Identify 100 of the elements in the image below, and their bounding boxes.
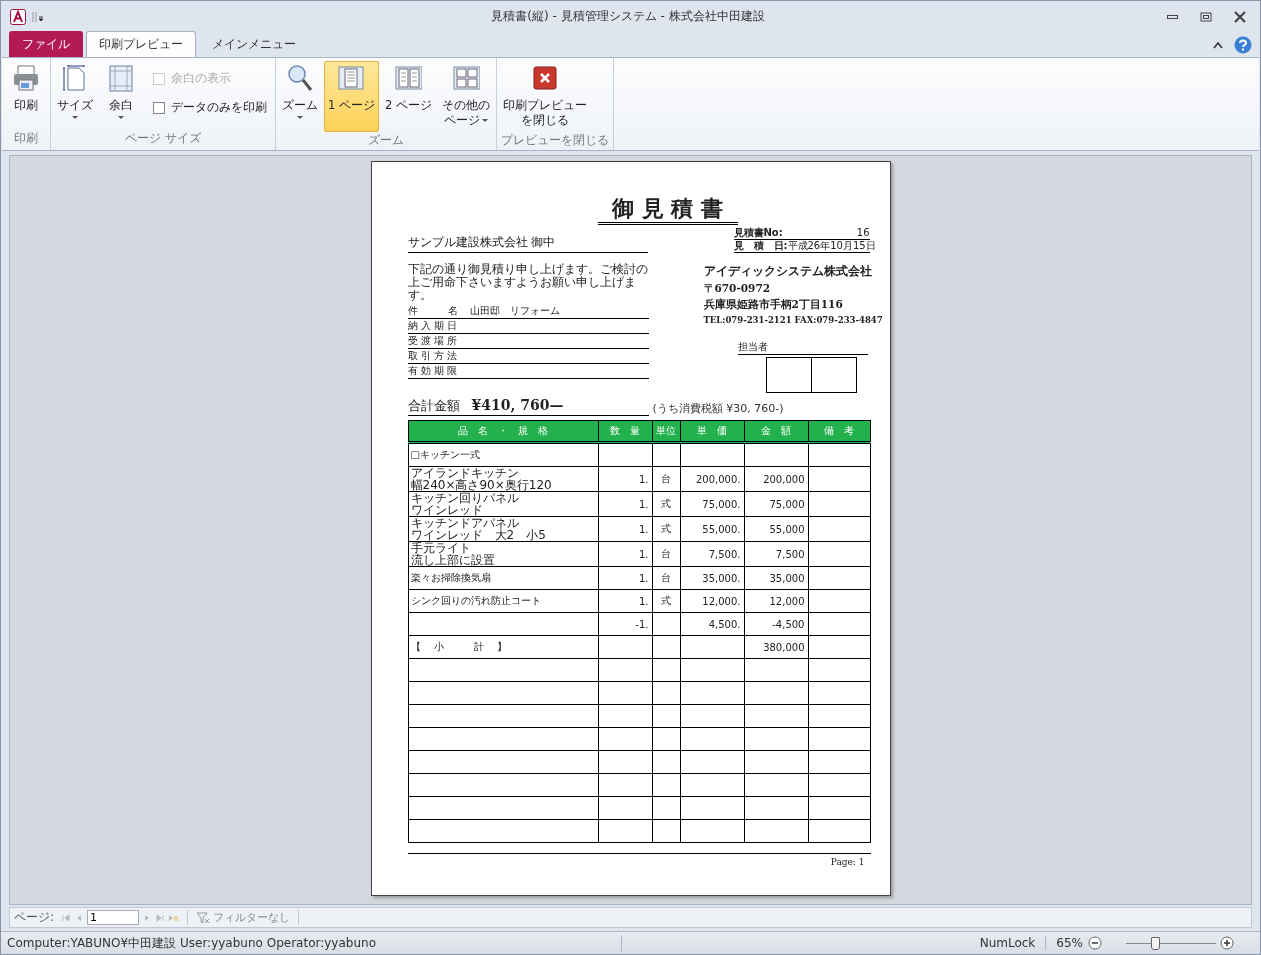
table-cell: 台: [661, 548, 671, 559]
ribbon-button[interactable]: その他の ページ: [437, 61, 494, 132]
table-cell: 1.: [638, 572, 649, 584]
quick-access-dropdown-icon: [30, 9, 44, 24]
column-header: 単位: [652, 420, 680, 443]
estimate-number: 16: [856, 227, 870, 239]
field-label: 納 入 期 日: [407, 319, 459, 333]
item-name: アイランドキッチン 幅240×高さ90×奥行120: [410, 467, 553, 491]
table-cell: 380,000: [763, 641, 805, 653]
two-page-icon: [394, 64, 423, 92]
ribbon-button[interactable]: 印刷: [4, 61, 48, 130]
ribbon-button[interactable]: 余白: [99, 61, 143, 130]
total-label: 合計金額: [407, 397, 460, 415]
close-icon: [1234, 10, 1246, 23]
minimize-icon: [1167, 14, 1178, 19]
recipient-name: サンプル建設株式会社 御中: [407, 234, 648, 253]
company-address: 兵庫県姫路市手柄2丁目116: [703, 298, 844, 312]
table-cell: 75,000.: [702, 498, 741, 510]
first-record-icon: [61, 912, 72, 923]
report-title: 御 見 積 書: [597, 194, 738, 225]
table-cell: 12,000: [769, 595, 805, 607]
printer-icon: [12, 64, 40, 92]
filter-icon: [196, 911, 211, 924]
column-header: 備 考: [808, 420, 870, 443]
item-name: キッチン回りパネル ワインレッド: [410, 492, 520, 516]
column-header: 数 量: [598, 420, 652, 443]
restore-icon: [1200, 10, 1212, 23]
new-record-icon: [168, 912, 179, 923]
ribbon-tab[interactable]: メインメニュー: [199, 31, 309, 57]
stamp-box: [811, 357, 857, 393]
table-cell: 式: [661, 523, 671, 534]
table-cell: 55,000.: [702, 523, 741, 535]
field-label: 件 名: [407, 304, 459, 318]
last-record-icon: [155, 912, 166, 923]
table-cell: 式: [661, 498, 671, 509]
ribbon-tab[interactable]: 印刷プレビュー: [86, 31, 196, 57]
table-cell: 1.: [638, 473, 649, 485]
table-cell: 1.: [638, 595, 649, 607]
file-tab[interactable]: ファイル: [9, 31, 83, 57]
zoom-out-icon: [1088, 936, 1102, 950]
numlock-indicator: NumLock: [979, 936, 1047, 950]
table-cell: 台: [661, 572, 671, 583]
item-name: 【 小 計 】: [410, 641, 508, 653]
slider-thumb[interactable]: [1150, 936, 1160, 950]
table-cell: 台: [661, 473, 671, 484]
phone-fax: TEL:079-231-2121 FAX:079-233-4847: [703, 315, 882, 325]
table-cell: 式: [661, 595, 671, 606]
estimate-number-label: 見積書No:: [733, 227, 783, 239]
field-value: 山田邸 リフォーム: [469, 304, 560, 318]
table-cell: 55,000: [769, 523, 805, 535]
item-name: 楽々お掃除換気扇: [410, 572, 492, 584]
table-cell: 200,000: [763, 473, 805, 485]
column-header: 金 額: [744, 420, 808, 443]
person-in-charge-label: 担当者: [737, 340, 868, 355]
table-cell: 12,000.: [702, 595, 741, 607]
page-label: ページ:: [14, 909, 55, 926]
tax-note: (うち消費税額 ¥30, 760-): [652, 401, 784, 416]
company-name: アイディックシステム株式会社: [703, 263, 873, 280]
table-cell: 35,000.: [702, 572, 741, 584]
table-cell: 1.: [638, 548, 649, 560]
item-name: □キッチン一式: [410, 449, 481, 461]
app-logo-icon: [10, 8, 26, 25]
ribbon-button[interactable]: 2 ページ: [381, 61, 436, 132]
table-cell: 35,000: [769, 572, 805, 584]
table-cell: -1.: [635, 618, 649, 630]
intro-text: 下記の通り御見積り申し上げます。ご検討の上ご用命下さいますようお願い申し上げます。: [407, 263, 649, 302]
table-cell: 200,000.: [695, 473, 741, 485]
table-cell: 75,000: [769, 498, 805, 510]
four-page-icon: [451, 64, 480, 92]
item-name: シンク回りの汚れ防止コート: [410, 595, 542, 607]
table-cell: 1.: [638, 523, 649, 535]
field-label: 受 渡 場 所: [407, 334, 459, 348]
ribbon-button[interactable]: ズーム: [278, 61, 322, 132]
group-label: ズーム: [367, 132, 405, 149]
postal-code: 〒670-0972: [703, 282, 771, 296]
table-cell: -4,500: [772, 618, 805, 630]
total-amount: ¥410, 760—: [471, 397, 564, 413]
ribbon-button[interactable]: サイズ: [53, 61, 97, 130]
status-text: Computer:YABUNO¥中田建設 User:yyabuno Operator:yyabuno: [7, 934, 622, 952]
collapse-ribbon-icon: [1213, 40, 1223, 49]
magnifier-icon: [286, 64, 314, 92]
estimate-date-label: 見 積 日:: [733, 240, 788, 252]
table-cell: 1.: [638, 498, 649, 510]
ribbon-button[interactable]: 印刷プレビュー を閉じる: [498, 61, 591, 132]
column-header: 品 名 ・ 規 格: [408, 420, 598, 443]
page-number-field[interactable]: 1: [87, 910, 140, 925]
field-label: 有 効 期 限: [407, 364, 459, 378]
estimate-date: 平成26年10月15日: [787, 240, 876, 252]
table-cell: 4,500.: [708, 618, 741, 630]
group-label: ページ サイズ: [124, 130, 202, 147]
item-name: 手元ライト 流し上部に設置: [410, 542, 496, 566]
zoom-in-icon: [1220, 936, 1234, 950]
checkbox[interactable]: データのみを印刷: [153, 100, 267, 115]
column-header: 単 価: [680, 420, 744, 443]
stamp-box: [765, 357, 812, 393]
one-page-icon: [337, 64, 366, 92]
group-label: プレビューを閉じる: [499, 132, 610, 149]
zoom-percent: 65%: [1056, 936, 1083, 950]
help-icon: [1234, 35, 1252, 54]
ribbon-button[interactable]: 1 ページ: [324, 61, 379, 132]
